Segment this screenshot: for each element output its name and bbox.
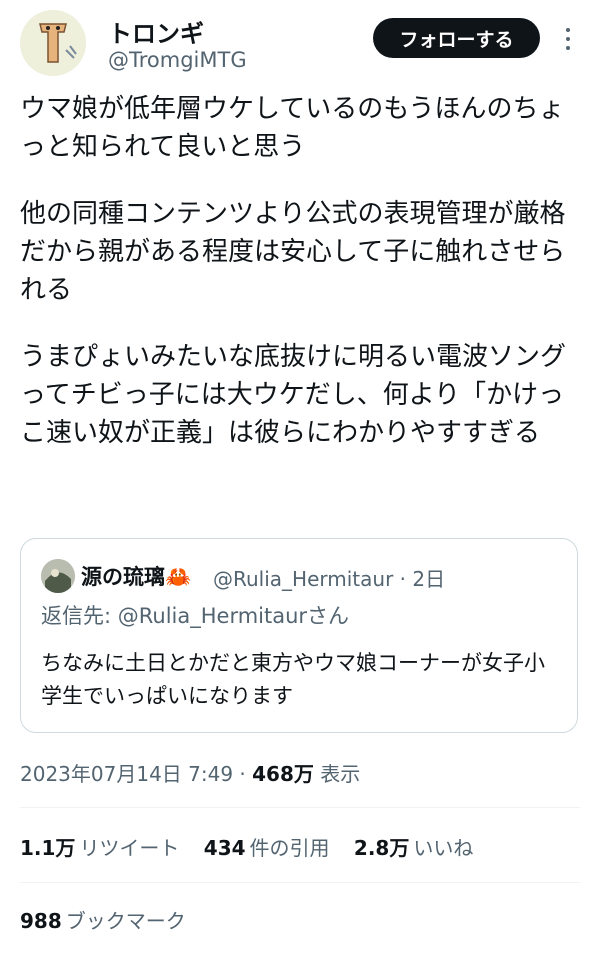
tweet-header: トロンギ @TromgiMTG フォローする (20, 10, 590, 76)
quotes-count: 434 (203, 836, 246, 860)
quotes-label: 件の引用 (249, 836, 330, 860)
tweet-paragraph: うまぴょいみたいな底抜けに明るい電波ソングってチビっ子には大ウケだし、何より「か… (20, 342, 567, 448)
follow-button[interactable]: フォローする (373, 18, 540, 58)
more-options-icon[interactable] (558, 22, 578, 56)
tweet-paragraph: ウマ娘が低年層ウケしているのもうほんのちょっと知られて良いと思う (20, 94, 565, 162)
bookmarks-stat[interactable]: 988 ブックマーク (20, 905, 186, 934)
timestamp[interactable]: 2023年07月14日 7:49 · (20, 762, 252, 786)
author-name[interactable]: トロンギ (108, 14, 204, 49)
quoted-text: ちなみに土日とかだと東方やウマ娘コーナーが女子小学生でいっぱいになります (41, 651, 545, 708)
bookmarks-count: 988 (20, 909, 62, 933)
more-dot (566, 46, 570, 50)
engagement-stats: 1.1万 リツイート 434 件の引用 2.8万 いいね (20, 832, 491, 861)
user-photo-avatar-icon (41, 559, 75, 593)
quoted-author-avatar[interactable] (41, 559, 75, 593)
views-count: 468万 (252, 762, 314, 786)
tweet-text: ウマ娘が低年層ウケしているのもうほんのちょっと知られて良いと思う 他の同種コンテ… (20, 90, 582, 481)
tweet-paragraph: 他の同種コンテンツより公式の表現管理が厳格だから親がある程度は安心して子に触れさ… (20, 199, 566, 305)
author-avatar[interactable] (20, 10, 86, 76)
quoted-author-handle-time[interactable]: @Rulia_Hermitaur · 2日 (213, 563, 445, 592)
quoted-tweet[interactable]: 源の琉璃🦀 @Rulia_Hermitaur · 2日 返信先: @Rulia_… (20, 538, 578, 733)
divider (20, 807, 580, 808)
author-handle[interactable]: @TromgiMTG (108, 48, 247, 72)
quotes-stat[interactable]: 434 件の引用 (204, 832, 330, 861)
tweet-metadata: 2023年07月14日 7:49 · 468万 表示 (20, 758, 360, 787)
views-label: 表示 (313, 762, 361, 786)
retweets-count: 1.1万 (20, 836, 76, 860)
likes-count: 2.8万 (353, 836, 410, 860)
bookmarks-label: ブックマーク (65, 909, 186, 933)
more-dot (566, 37, 570, 41)
likes-stat[interactable]: 2.8万 いいね (354, 832, 473, 861)
retweets-label: リツイート (79, 836, 180, 860)
divider (20, 882, 580, 883)
quoted-author-name[interactable]: 源の琉璃🦀 (81, 561, 191, 591)
retweets-stat[interactable]: 1.1万 リツイート (20, 832, 179, 861)
cartoon-character-avatar-icon (20, 10, 86, 76)
quoted-reply-to[interactable]: 返信先: @Rulia_Hermitaurさん (41, 600, 349, 630)
more-dot (566, 28, 570, 32)
likes-label: いいね (413, 836, 474, 860)
